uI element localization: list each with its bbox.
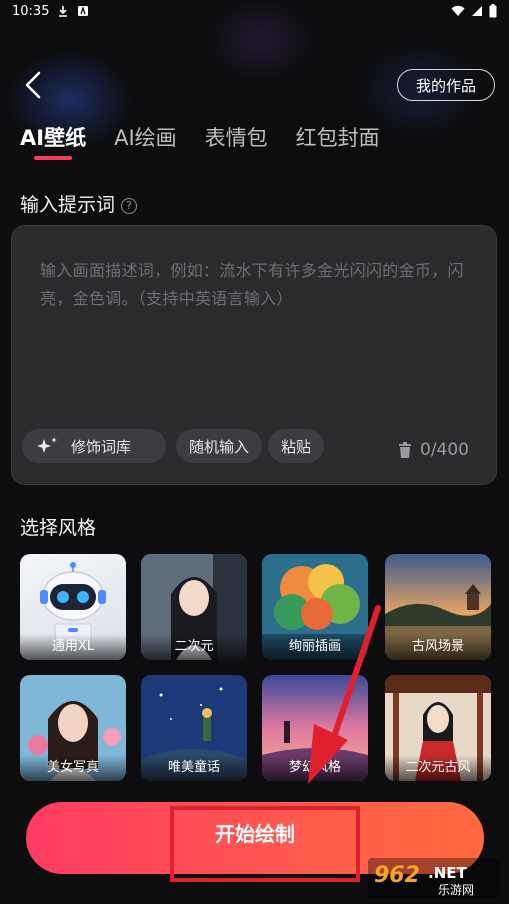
tab-ai-painting[interactable]: AI绘画 — [114, 122, 177, 162]
site-watermark: 962 .NET 乐游网 — [368, 856, 500, 900]
chevron-left-icon — [25, 71, 41, 99]
back-button[interactable] — [18, 68, 48, 102]
style-card-general-xl[interactable]: 通用XL — [20, 554, 126, 660]
decoration-library-chip[interactable]: 修饰词库 — [22, 429, 166, 463]
sparkle-icon — [37, 437, 57, 453]
style-card-ancient-scene[interactable]: 古风场景 — [385, 554, 491, 660]
random-input-chip[interactable]: 随机输入 — [176, 429, 263, 463]
battery-icon — [489, 4, 497, 18]
prompt-input-box[interactable]: 输入画面描述词，例如：流水下有许多金光闪闪的金币，闪亮，金色调。（支持中英语言输… — [11, 225, 497, 485]
style-label: 梦幻风格 — [262, 755, 368, 781]
svg-text:乐游网: 乐游网 — [438, 883, 474, 897]
style-card-fairy-tale[interactable]: 唯美童话 — [141, 675, 247, 781]
tab-emoji[interactable]: 表情包 — [205, 122, 268, 162]
style-card-beauty-portrait[interactable]: 美女写真 — [20, 675, 126, 781]
style-section-title: 选择风格 — [20, 517, 97, 539]
status-bar: 10:35 — [0, 0, 509, 22]
style-card-gorgeous-illustration[interactable]: 绚丽插画 — [262, 554, 368, 660]
prompt-title-text: 输入提示词 — [20, 194, 116, 216]
counter-text: 0/400 — [420, 440, 469, 460]
prompt-section-title: 输入提示词? — [20, 190, 138, 217]
chip-label: 随机输入 — [189, 437, 250, 456]
paste-chip[interactable]: 粘贴 — [268, 429, 325, 463]
help-icon[interactable]: ? — [121, 198, 138, 214]
prompt-placeholder: 输入画面描述词，例如：流水下有许多金光闪闪的金币，闪亮，金色调。（支持中英语言输… — [40, 261, 464, 308]
style-label: 绚丽插画 — [262, 634, 368, 660]
annotation-highlight-box — [170, 806, 360, 882]
style-label: 唯美童话 — [141, 755, 247, 781]
tab-label: 表情包 — [204, 126, 268, 150]
char-counter: 0/400 — [398, 440, 469, 460]
tab-label: AI绘画 — [114, 126, 177, 150]
trash-icon[interactable] — [398, 442, 412, 458]
app-notification-icon — [78, 5, 89, 16]
style-card-anime[interactable]: 二次元 — [141, 554, 247, 660]
tab-label: AI壁纸 — [20, 126, 87, 150]
style-label: 古风场景 — [385, 634, 491, 660]
style-card-dreamy-style[interactable]: 梦幻风格 — [262, 675, 368, 781]
signal-icon — [472, 6, 482, 16]
chip-label: 粘贴 — [281, 437, 312, 456]
watermark-logo: 962 .NET 乐游网 — [368, 858, 500, 898]
tab-red-packet-cover[interactable]: 红包封面 — [296, 122, 380, 162]
style-card-anime-ancient[interactable]: 二次元古风 — [385, 675, 491, 781]
chip-label: 修饰词库 — [71, 437, 132, 456]
tab-ai-wallpaper[interactable]: AI壁纸 — [20, 122, 86, 162]
style-label: 通用XL — [20, 634, 126, 660]
style-label: 美女写真 — [20, 755, 126, 781]
svg-text:.NET: .NET — [428, 864, 467, 882]
wifi-icon — [451, 5, 465, 16]
svg-text:962: 962 — [374, 863, 420, 888]
my-works-button[interactable]: 我的作品 — [397, 69, 495, 101]
style-label: 二次元古风 — [385, 755, 491, 781]
style-label: 二次元 — [141, 634, 247, 660]
status-time: 10:35 — [12, 3, 50, 19]
tab-bar: AI壁纸 AI绘画 表情包 红包封面 — [20, 122, 408, 162]
tab-label: 红包封面 — [295, 126, 380, 150]
download-icon — [59, 6, 68, 17]
tab-active-indicator — [34, 156, 72, 160]
